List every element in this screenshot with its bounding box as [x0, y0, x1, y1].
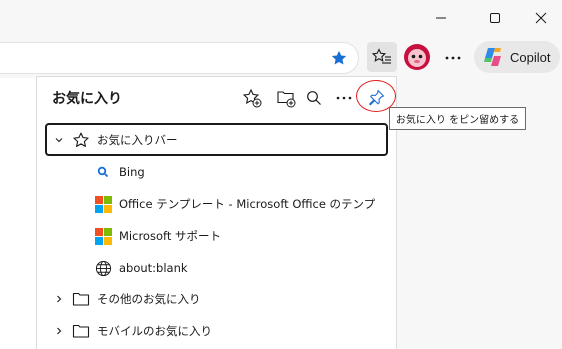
address-bar[interactable]	[0, 42, 359, 74]
minimize-button[interactable]	[418, 0, 464, 36]
copilot-button[interactable]: Copilot	[474, 41, 560, 73]
maximize-button[interactable]	[472, 0, 518, 36]
chevron-right-icon[interactable]	[47, 294, 71, 304]
tree-item-label: モバイルのお気に入り	[97, 324, 212, 338]
tree-item-label: Microsoft サポート	[119, 229, 221, 243]
panel-title: お気に入り	[52, 91, 122, 107]
close-button[interactable]	[518, 0, 562, 36]
more-options-button[interactable]	[329, 83, 359, 113]
microsoft-logo-icon	[93, 226, 113, 246]
add-folder-button[interactable]	[271, 83, 301, 113]
tree-item-label: Bing	[119, 165, 145, 179]
favorites-panel: お気に入り お気に入りバー Bing Office テンプレート - Micro…	[36, 76, 397, 349]
tree-item-microsoft-support[interactable]: Microsoft サポート	[93, 221, 383, 251]
settings-more-button[interactable]	[438, 45, 468, 71]
add-favorite-button[interactable]	[237, 83, 267, 113]
title-bar	[0, 0, 562, 38]
search-favorites-button[interactable]	[299, 83, 329, 113]
tree-item-label: その他のお気に入り	[97, 292, 201, 306]
favorites-list-icon	[372, 48, 391, 64]
maximize-icon	[490, 13, 500, 23]
folder-icon	[71, 321, 91, 341]
tree-item-office-templates[interactable]: Office テンプレート - Microsoft Office のテンプ	[93, 189, 391, 219]
tree-item-mobile-favorites[interactable]: モバイルのお気に入り	[47, 316, 387, 346]
browser-toolbar: Copilot	[0, 38, 562, 78]
search-icon	[307, 91, 321, 105]
profile-avatar[interactable]	[403, 43, 431, 71]
star-add-icon	[242, 88, 262, 108]
copilot-label: Copilot	[510, 49, 551, 65]
tree-item-about-blank[interactable]: about:blank	[93, 253, 383, 283]
chevron-down-icon[interactable]	[47, 135, 71, 145]
more-horizontal-icon	[336, 96, 352, 100]
star-outline-icon	[71, 130, 91, 150]
chevron-right-icon[interactable]	[47, 326, 71, 336]
tree-item-bing[interactable]: Bing	[93, 157, 383, 187]
more-horizontal-icon	[445, 56, 461, 60]
folder-add-icon	[277, 91, 296, 108]
bing-search-icon	[93, 162, 113, 182]
favorites-button[interactable]	[367, 42, 397, 72]
favorite-star-filled-icon[interactable]	[330, 49, 348, 71]
tree-item-label: Office テンプレート - Microsoft Office のテンプ	[119, 197, 376, 211]
microsoft-logo-icon	[93, 194, 113, 214]
page-content	[0, 78, 36, 349]
tree-item-label: about:blank	[119, 261, 188, 275]
minimize-icon	[436, 17, 446, 19]
pin-tooltip: お気に入り をピン留めする	[389, 107, 526, 130]
tree-item-label: お気に入りバー	[97, 132, 178, 147]
folder-icon	[71, 289, 91, 309]
close-icon	[535, 12, 547, 24]
tree-item-favorites-bar[interactable]: お気に入りバー	[45, 123, 388, 156]
tree-item-other-favorites[interactable]: その他のお気に入り	[47, 284, 387, 314]
copilot-icon	[484, 48, 501, 66]
globe-icon	[93, 258, 113, 278]
